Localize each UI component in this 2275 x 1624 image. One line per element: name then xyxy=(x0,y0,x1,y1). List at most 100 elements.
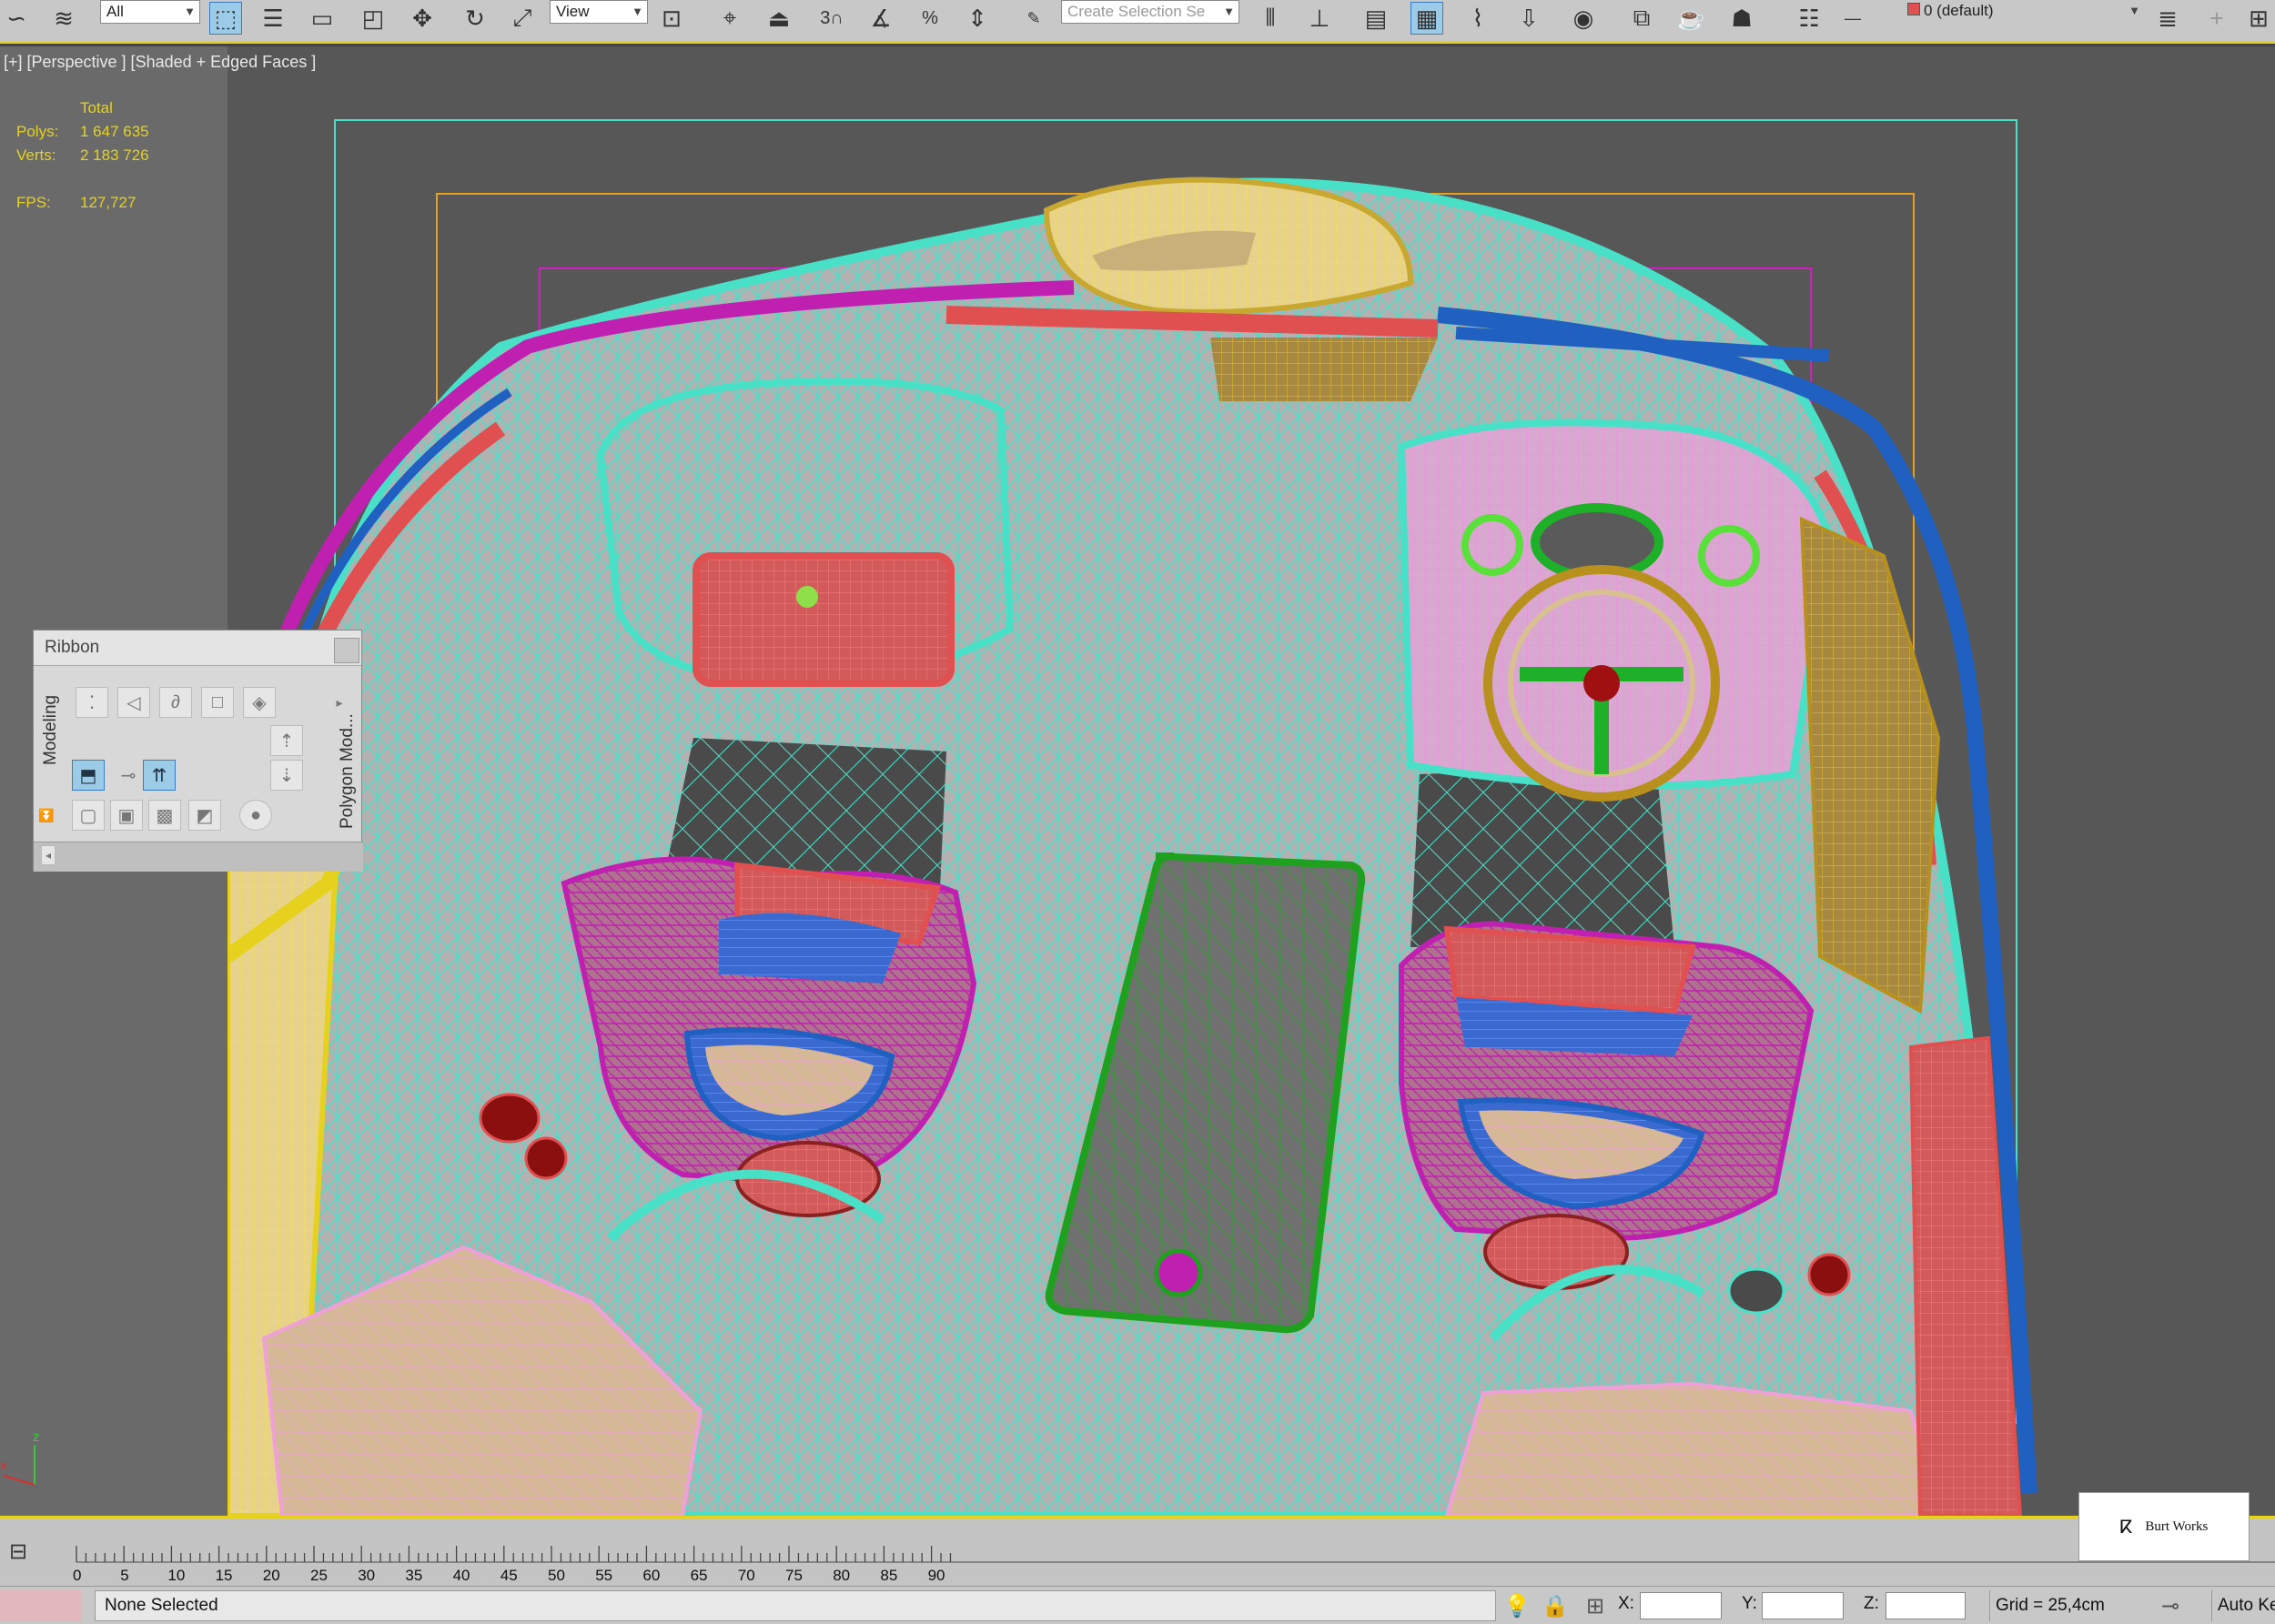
timeline-tick-label: 30 xyxy=(358,1567,375,1584)
ignore-backfacing-icon[interactable]: ◩ xyxy=(188,800,221,831)
selection-lock-icon[interactable]: 🔒 xyxy=(1542,1592,1569,1619)
boat-wireframe-render xyxy=(228,46,2275,1516)
select-scale-icon[interactable]: ⤢ xyxy=(506,2,539,35)
timeline-tick-label: 55 xyxy=(595,1567,612,1584)
selection-filter-dropdown[interactable]: All ▼ xyxy=(100,0,200,24)
mirror-icon[interactable]: ⫴ xyxy=(1254,2,1287,35)
verts-value: 2 183 726 xyxy=(80,146,149,164)
steering-hub xyxy=(1583,665,1620,701)
timeline-ruler[interactable]: 0 5 10 15 20 25 30 35 40 45 50 55 60 65 70 75 80 85 90 xyxy=(0,1518,2275,1589)
bind-space-warp-icon[interactable]: ≋ xyxy=(47,2,80,35)
select-rotate-icon[interactable]: ↻ xyxy=(459,2,491,35)
select-move-icon[interactable]: ✥ xyxy=(406,2,439,35)
timeline-tick-label: 90 xyxy=(928,1567,945,1584)
polygon-mode-icon[interactable]: □ xyxy=(201,687,234,718)
main-toolbar: ∽ ≋ All ▼ ⬚ ☰ ▭ ◰ ✥ ↻ ⤢ View ▼ ⊡ ⌖ ⏏ 3 ∩ ∡ … xyxy=(0,0,2275,44)
timeline-tick-label: 50 xyxy=(548,1567,565,1584)
timeline-tick-label: 20 xyxy=(263,1567,280,1584)
link-icon[interactable]: ∽ xyxy=(0,2,33,35)
rectangular-selection-icon[interactable]: ▭ xyxy=(306,2,339,35)
maxscript-listener[interactable] xyxy=(0,1590,82,1621)
polys-label: Polys: xyxy=(16,123,59,140)
studio-logo: ⴽ Burt Works xyxy=(2078,1492,2250,1561)
percent-snap-icon[interactable]: % xyxy=(914,2,946,35)
toggle-scene-explorer-icon[interactable]: ▤ xyxy=(1360,2,1392,35)
perspective-viewport[interactable] xyxy=(228,46,2275,1516)
reference-coordinate-dropdown[interactable]: View ▼ xyxy=(550,0,648,24)
glovebox xyxy=(693,552,955,687)
auto-key-button[interactable]: Auto Ke xyxy=(2211,1590,2275,1621)
layer-manager-icon[interactable]: ☷ xyxy=(1793,2,1825,35)
render-setup-icon[interactable]: ⧉ xyxy=(1625,2,1658,35)
preview-subobject-icon[interactable]: ▣ xyxy=(110,800,143,831)
timeline-tick-label: 80 xyxy=(833,1567,850,1584)
chevron-down-icon: ▼ xyxy=(1223,5,1235,18)
ribbon-expand-icon[interactable]: ⏬ xyxy=(38,800,54,831)
show-end-result-icon[interactable]: ⬒ xyxy=(72,760,105,791)
table-pedestal xyxy=(1154,1248,1203,1297)
timeline-tick-label: 70 xyxy=(738,1567,755,1584)
edge-mode-icon[interactable]: ◁ xyxy=(117,687,150,718)
ribbon-more-icon[interactable]: ▸ xyxy=(332,687,347,718)
ribbon-header[interactable]: Ribbon xyxy=(34,630,361,666)
key-mode-icon[interactable]: ⊸ xyxy=(2157,1592,2184,1619)
element-mode-icon[interactable]: ◈ xyxy=(243,687,276,718)
axis-x-line xyxy=(3,1475,35,1486)
timeline-tick-label: 65 xyxy=(691,1567,708,1584)
window-crossing-icon[interactable]: ◰ xyxy=(357,2,389,35)
use-soft-selection-icon[interactable]: ● xyxy=(239,800,272,831)
select-manipulate-icon[interactable]: ⌖ xyxy=(713,2,746,35)
fps-label: FPS: xyxy=(16,194,51,211)
preview-off-icon[interactable]: ▢ xyxy=(72,800,105,831)
curve-editor-icon[interactable]: ⌇ xyxy=(1461,2,1494,35)
timeline-tick-label: 10 xyxy=(167,1567,185,1584)
time-slider[interactable]: ⊟ 0 5 10 15 20 25 30 35 40 45 50 55 60 65 70 75 80 85 90 xyxy=(0,1516,2275,1586)
angle-snap-icon[interactable]: ∡ xyxy=(864,2,897,35)
timeline-tick-label: 85 xyxy=(880,1567,897,1584)
ribbon-close-button[interactable] xyxy=(334,638,359,663)
right-seat-base xyxy=(1483,1214,1629,1290)
keyboard-shortcut-icon[interactable]: ⏏ xyxy=(763,2,795,35)
x-coord-field[interactable] xyxy=(1640,1592,1722,1619)
create-new-layer-icon[interactable]: + xyxy=(2200,2,2233,35)
z-coord-field[interactable] xyxy=(1886,1592,1966,1619)
cupholder-right-1 xyxy=(1727,1267,1785,1315)
edit-named-selection-icon[interactable]: ✎ xyxy=(1017,2,1050,35)
tab-polygon-modeling[interactable]: Polygon Mod... xyxy=(338,713,358,829)
schematic-view-icon[interactable]: ⇩ xyxy=(1512,2,1545,35)
pin-stack-icon[interactable]: ⊸ xyxy=(112,760,145,791)
pivot-center-icon[interactable]: ⊡ xyxy=(655,2,688,35)
render-production-icon[interactable]: ☗ xyxy=(1725,2,1758,35)
rendered-frame-window-icon[interactable]: ☕ xyxy=(1674,2,1707,35)
vertex-mode-icon[interactable]: ⁚ xyxy=(76,687,108,718)
select-by-name-icon[interactable]: ☰ xyxy=(257,2,289,35)
verts-label: Verts: xyxy=(16,146,56,164)
layer-settings-icon[interactable]: ≣ xyxy=(2151,2,2184,35)
named-selection-sets-dropdown[interactable]: Create Selection Se ▼ xyxy=(1061,0,1239,24)
absolute-mode-icon[interactable]: ⊞ xyxy=(1582,1592,1609,1619)
ribbon-collapse-icon[interactable]: ◂ xyxy=(41,845,56,865)
tab-modeling[interactable]: Modeling xyxy=(41,695,61,765)
y-coord-field[interactable] xyxy=(1762,1592,1844,1619)
snaps-toggle-icon[interactable]: 3 ∩ xyxy=(815,2,848,35)
timeline-tick-label: 25 xyxy=(310,1567,328,1584)
preview-multi-icon[interactable]: ▩ xyxy=(148,800,181,831)
border-mode-icon[interactable]: ∂ xyxy=(159,687,192,718)
toggle-layer-explorer-icon[interactable]: ▦ xyxy=(1410,2,1443,35)
chevron-down-icon: ▼ xyxy=(632,5,643,18)
chevron-down-icon: ▼ xyxy=(2128,4,2140,17)
toggle-modifier-icon[interactable]: ⇈ xyxy=(143,760,176,791)
spinner-snap-icon[interactable]: ⇕ xyxy=(961,2,994,35)
viewport-label-menu[interactable]: [+] [Perspective ] [Shaded + Edged Faces… xyxy=(4,53,316,72)
isolate-selection-icon[interactable]: 💡 xyxy=(1503,1592,1531,1619)
current-layer-dropdown[interactable]: 0 (default) ▼ xyxy=(1902,0,2144,24)
material-editor-icon[interactable]: ◉ xyxy=(1567,2,1600,35)
axis-z-label: z xyxy=(33,1429,40,1445)
move-down-stack-icon[interactable]: ⇣ xyxy=(270,760,303,791)
select-object-icon[interactable]: ⬚ xyxy=(209,2,242,35)
align-icon[interactable]: ⊥ xyxy=(1303,2,1336,35)
move-up-stack-icon[interactable]: ⇡ xyxy=(270,725,303,756)
timeline-tick-label: 75 xyxy=(785,1567,803,1584)
add-selection-to-layer-icon[interactable]: ⊞ xyxy=(2242,2,2275,35)
timeline-tick-label: 15 xyxy=(216,1567,233,1584)
